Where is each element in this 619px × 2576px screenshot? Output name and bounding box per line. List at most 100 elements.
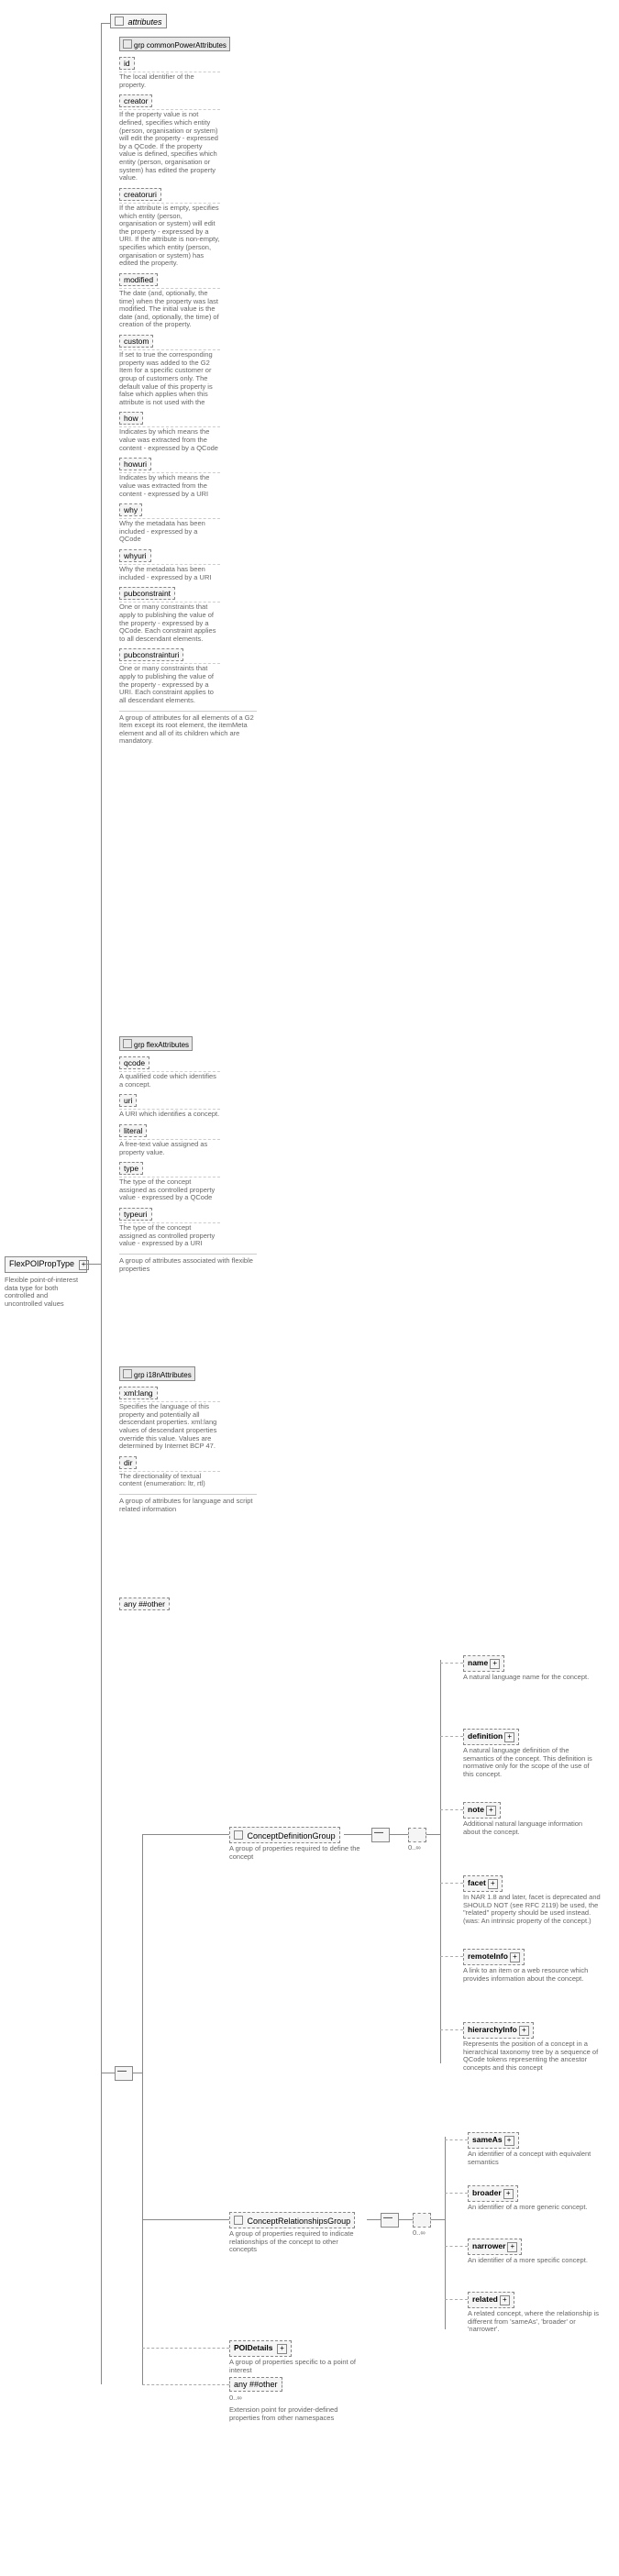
attribute-entry: howuriIndicates by which means the value… — [119, 456, 280, 498]
expand-icon[interactable]: + — [504, 1732, 514, 1742]
attribute-name-box: creatoruri — [119, 188, 161, 201]
attribute-desc: The type of the concept assigned as cont… — [119, 1222, 220, 1248]
element-name-label: related — [472, 2294, 498, 2304]
attribute-desc: If the attribute is empty, specifies whi… — [119, 203, 220, 268]
attribute-desc: A free-text value assigned as property v… — [119, 1139, 220, 1156]
attribute-entry: xml:lang Specifies the language of this p… — [119, 1385, 280, 1451]
any-attr-label: any ##other — [124, 1599, 165, 1609]
poi-details-node: POIDetails + — [229, 2340, 292, 2357]
attribute-desc: Indicates by which means the value was e… — [119, 426, 220, 452]
group-icon — [123, 1369, 132, 1378]
choice-indicator — [413, 2213, 431, 2228]
attribute-desc: Why the metadata has been included - exp… — [119, 564, 220, 581]
attribute-name-box: qcode — [119, 1056, 149, 1069]
attribute-entry: creatoruri If the attribute is empty, spe… — [119, 186, 280, 268]
attribute-name-box: whyuri — [119, 549, 151, 562]
element-node: sameAs+ — [468, 2132, 519, 2149]
element-desc: A natural language name for the concept. — [463, 1674, 589, 1682]
element-desc: A related concept, where the relationshi… — [468, 2310, 605, 2334]
attribute-entry: howIndicates by which means the value wa… — [119, 410, 280, 452]
expand-icon[interactable]: + — [488, 1879, 498, 1889]
element-name-label: hierarchyInfo — [468, 2025, 517, 2034]
expand-icon[interactable]: + — [500, 2295, 510, 2305]
attribute-entry: why Why the metadata has been included - … — [119, 502, 280, 544]
attribute-name-box: pubconstrainturi — [119, 648, 183, 661]
any-attr-box: any ##other — [119, 1598, 170, 1610]
group-footer-desc: A group of attributes for all elements o… — [119, 711, 257, 746]
sequence-indicator — [381, 2213, 399, 2228]
attribute-desc: Why the metadata has been included - exp… — [119, 518, 220, 544]
concept-definition-group-node: ConceptDefinitionGroup — [229, 1827, 340, 1843]
attribute-name-box: pubconstraint — [119, 587, 175, 600]
attribute-desc: The directionality of textual content (e… — [119, 1471, 220, 1488]
attribute-desc: Indicates by which means the value was e… — [119, 472, 220, 498]
root-desc: Flexible point-of-interest data type for… — [5, 1277, 87, 1309]
i18n-label: grp i18nAttributes — [134, 1371, 192, 1379]
expand-icon[interactable]: + — [510, 1952, 520, 1962]
element-node: hierarchyInfo+ — [463, 2022, 534, 2039]
any-other-card: 0..∞ — [229, 2394, 242, 2402]
element-name-label: sameAs — [472, 2135, 503, 2144]
choice-indicator — [408, 1828, 426, 1842]
attribute-desc: A URI which identifies a concept. — [119, 1109, 220, 1119]
attribute-desc: One or many constraints that apply to pu… — [119, 602, 220, 643]
any-other-node: any ##other — [229, 2377, 282, 2392]
common-power-attributes-group: grp commonPowerAttributes idThe local id… — [119, 37, 280, 746]
attribute-name-box: type — [119, 1162, 143, 1175]
element-desc: A link to an item or a web resource whic… — [463, 1967, 601, 1983]
expand-icon[interactable]: + — [507, 2242, 517, 2252]
element-desc: An identifier of a more specific concept… — [468, 2257, 588, 2265]
group-icon — [123, 1039, 132, 1048]
any-other-desc: Extension point for provider-defined pro… — [229, 2406, 367, 2422]
element-desc: In NAR 1.8 and later, facet is deprecate… — [463, 1894, 601, 1926]
attribute-name-box: why — [119, 503, 142, 516]
expand-icon[interactable]: + — [277, 2344, 287, 2354]
attribute-desc: Specifies the language of this property … — [119, 1401, 220, 1451]
attribute-desc: The local identifier of the property. — [119, 72, 220, 89]
cpa-header: grp commonPowerAttributes — [119, 37, 230, 51]
attribute-name-box: creator — [119, 94, 152, 107]
group-icon — [234, 1830, 243, 1840]
attribute-desc: One or many constraints that apply to pu… — [119, 663, 220, 704]
attribute-desc: The type of the concept assigned as cont… — [119, 1177, 220, 1202]
attribute-entry: idThe local identifier of the property. — [119, 55, 280, 89]
element-node: definition+ — [463, 1729, 519, 1745]
expand-icon[interactable]: + — [519, 2026, 529, 2036]
concept-relationships-group-node: ConceptRelationshipsGroup — [229, 2212, 355, 2228]
attribute-entry: modifiedThe date (and, optionally, the t… — [119, 271, 280, 329]
poi-details-label: POIDetails — [234, 2343, 273, 2352]
element-desc: An identifier of a more generic concept. — [468, 2204, 588, 2212]
attribute-name-box: modified — [119, 273, 158, 286]
group-footer-desc: A group of attributes for language and s… — [119, 1494, 257, 1513]
attribute-entry: pubconstraint One or many constraints tha… — [119, 585, 280, 643]
attributes-header-label: attributes — [128, 17, 162, 27]
group-footer-desc: A group of attributes associated with fl… — [119, 1254, 257, 1273]
attribute-desc: If the property value is not defined, sp… — [119, 109, 220, 182]
attribute-name-box: xml:lang — [119, 1387, 158, 1399]
element-node: narrower+ — [468, 2239, 522, 2255]
cdg-desc: A group of properties required to define… — [229, 1845, 367, 1861]
flex-poi-prop-type-node: FlexPOIPropType + — [5, 1256, 87, 1273]
attribute-desc: If set to true the corresponding propert… — [119, 349, 220, 406]
element-node: broader+ — [468, 2185, 518, 2202]
attribute-entry: literalA free-text value assigned as pro… — [119, 1122, 280, 1156]
cdg-label: ConceptDefinitionGroup — [248, 1831, 336, 1841]
attribute-name-box: uri — [119, 1094, 137, 1107]
attribute-entry: dir The directionality of textual content… — [119, 1454, 280, 1488]
element-desc: Additional natural language information … — [463, 1820, 601, 1836]
expand-icon[interactable]: + — [503, 2189, 514, 2199]
expand-icon[interactable]: + — [486, 1806, 496, 1816]
crg-desc: A group of properties required to indica… — [229, 2230, 367, 2254]
i18n-attributes-group: grp i18nAttributes xml:lang Specifies the… — [119, 1366, 280, 1513]
element-desc: Represents the position of a concept in … — [463, 2040, 601, 2073]
element-desc: An identifier of a concept with equivale… — [468, 2150, 605, 2166]
attribute-name-box: dir — [119, 1456, 137, 1469]
flex-attributes-group: grp flexAttributes qcodeA qualified code… — [119, 1036, 280, 1273]
expand-icon[interactable]: + — [490, 1659, 500, 1669]
expand-icon[interactable]: + — [504, 2136, 514, 2146]
element-node: related+ — [468, 2292, 514, 2308]
cardinality: 0..∞ — [413, 2228, 426, 2237]
expand-icon[interactable]: + — [79, 1260, 89, 1270]
group-icon — [123, 39, 132, 49]
attribute-entry: customIf set to true the corresponding p… — [119, 333, 280, 406]
